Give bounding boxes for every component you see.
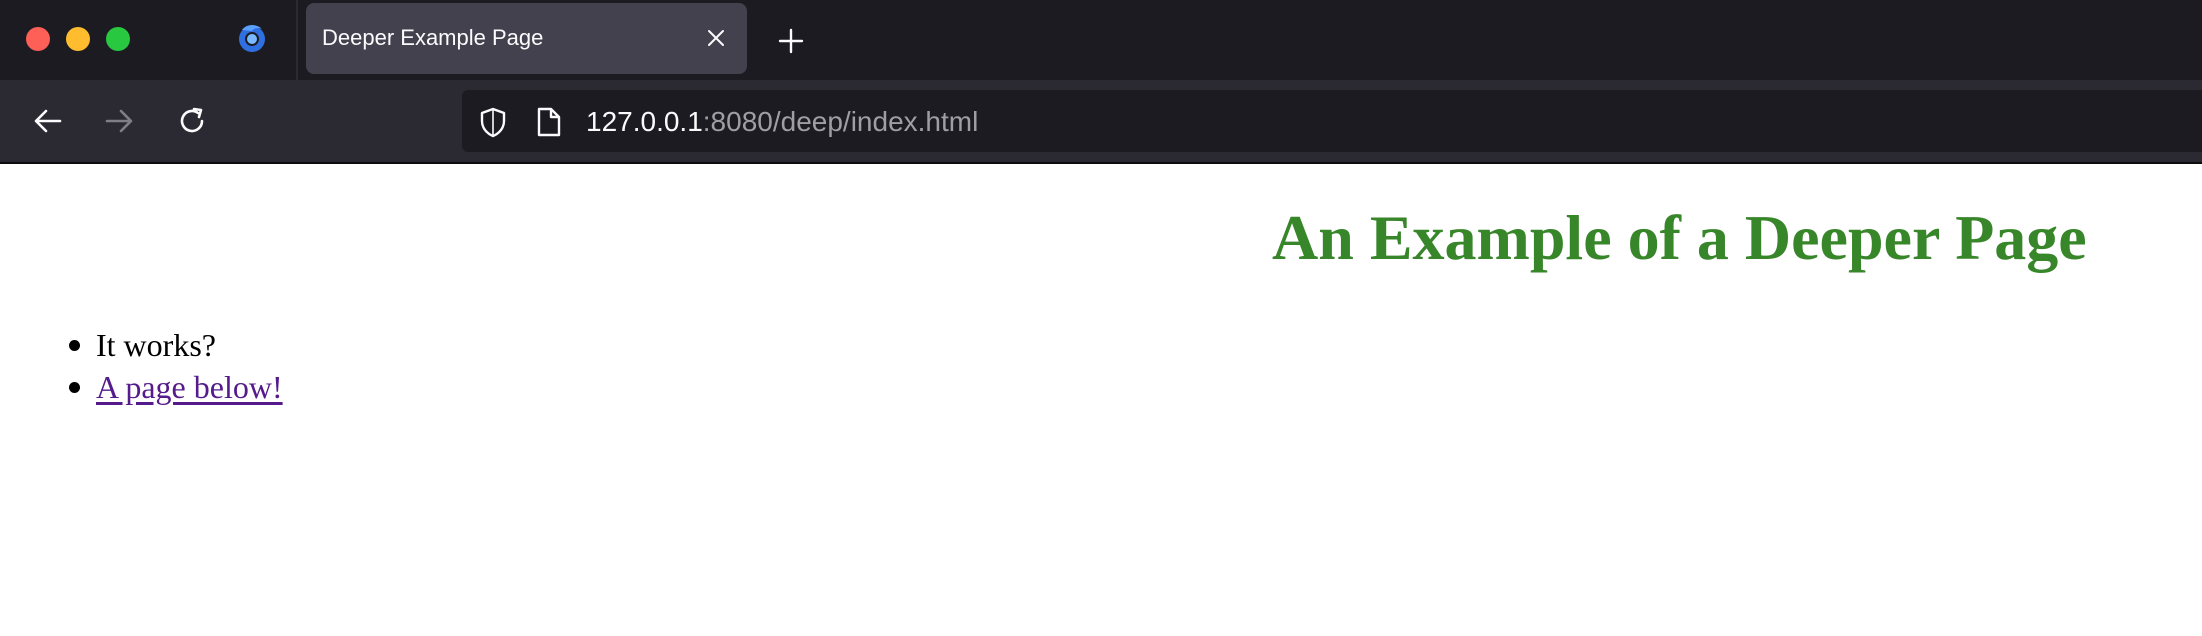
- tab-title: Deeper Example Page: [322, 25, 544, 50]
- address-bar[interactable]: 127.0.0.1:8080/deep/index.html: [462, 90, 2202, 152]
- window-minimize-button[interactable]: [66, 27, 90, 51]
- url-path: :8080/deep/index.html: [702, 106, 979, 137]
- page-below-link[interactable]: A page below!: [96, 369, 283, 405]
- browser-chrome: Deeper Example Page 127.0.0.1:8080/deep/…: [0, 0, 2202, 164]
- list-item-text: It works?: [96, 327, 216, 363]
- tab-bar: Deeper Example Page: [0, 0, 2202, 80]
- tab-divider: [296, 0, 298, 80]
- close-icon[interactable]: [705, 27, 727, 49]
- list-item: It works?: [69, 324, 283, 366]
- bullet-icon: [69, 382, 80, 393]
- url-host: 127.0.0.1: [586, 106, 703, 137]
- arrow-left-icon[interactable]: [31, 104, 65, 138]
- arrow-right-icon[interactable]: [102, 104, 136, 138]
- window-close-button[interactable]: [26, 27, 50, 51]
- shield-icon[interactable]: [478, 106, 508, 138]
- page-title: An Example of a Deeper Page: [1272, 202, 2087, 273]
- list-item: A page below!: [69, 366, 283, 408]
- page-content: An Example of a Deeper Page It works? A …: [0, 164, 2202, 636]
- plus-icon[interactable]: [776, 26, 806, 56]
- reload-icon[interactable]: [175, 104, 209, 138]
- tab-deeper-example-page[interactable]: Deeper Example Page: [306, 3, 747, 74]
- url-text[interactable]: 127.0.0.1:8080/deep/index.html: [586, 106, 978, 138]
- bullet-list: It works? A page below!: [69, 324, 283, 408]
- window-maximize-button[interactable]: [106, 27, 130, 51]
- page-icon[interactable]: [536, 106, 562, 138]
- firefox-logo-icon: [239, 24, 265, 52]
- bullet-icon: [69, 340, 80, 351]
- navigation-bar: 127.0.0.1:8080/deep/index.html: [0, 80, 2202, 162]
